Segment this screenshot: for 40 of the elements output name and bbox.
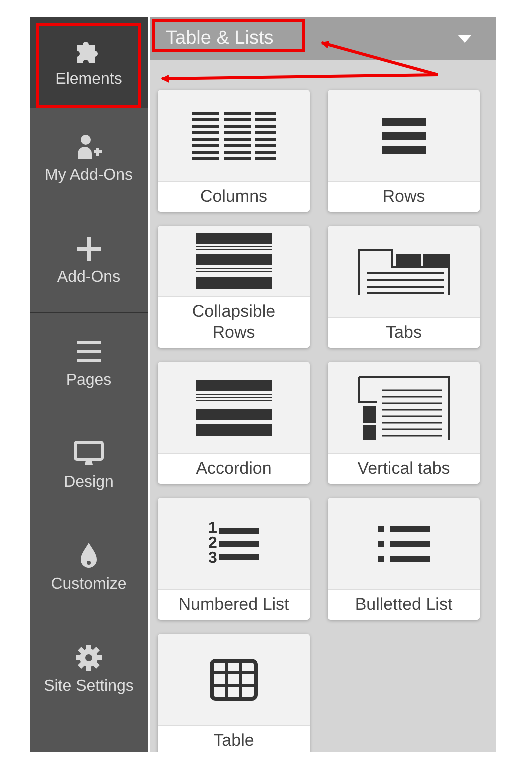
sidebar-item[interactable]: Customize [30,517,148,619]
tile-label: Accordion [158,453,310,484]
element-tile[interactable]: Accordion [158,362,310,484]
element-tile[interactable]: Rows [328,90,480,212]
tile-label: Bulletted List [328,589,480,620]
caret-icon [458,34,472,42]
monitor-icon [73,440,105,468]
sidebar-item[interactable]: Design [30,415,148,517]
element-tile[interactable]: Columns [158,90,310,212]
element-tile[interactable]: Vertical tabs [328,362,480,484]
element-tile[interactable]: Collapsible Rows [158,226,310,348]
tile-label: Columns [158,181,310,212]
element-tile[interactable]: Table [158,634,310,752]
tile-label: Vertical tabs [328,453,480,484]
element-tile[interactable]: 1 2 3 Numbered List [158,498,310,620]
tile-label: Rows [328,181,480,212]
rows-icon [382,118,426,154]
sidebar-item[interactable]: Add-Ons [30,210,148,312]
tile-label: Tabs [328,317,480,348]
bulleted-list-icon [378,526,430,562]
table-icon [210,658,258,700]
tabs-icon [358,248,450,294]
accordion-icon [196,380,272,436]
element-tile[interactable]: Tabs [328,226,480,348]
tile-label: Collapsible Rows [158,296,310,348]
columns-icon [192,110,276,162]
vertical-tabs-icon [358,376,450,440]
tile-label: Numbered List [158,589,310,620]
sidebar-item[interactable]: Site Settings [30,619,148,721]
sidebar-item[interactable]: Elements [30,17,148,108]
sidebar-item[interactable]: My Add-Ons [30,108,148,210]
list-number: 2 [208,536,218,551]
sidebar-item[interactable]: Pages [30,313,148,415]
gear-icon [73,644,105,672]
panel-title: Table & Lists [166,28,274,50]
list-number: 1 [208,521,218,536]
tile-label: Table [158,725,310,752]
list-number: 3 [208,551,218,566]
collapsible-rows-icon [196,233,272,289]
element-tile[interactable]: Bulletted List [328,498,480,620]
